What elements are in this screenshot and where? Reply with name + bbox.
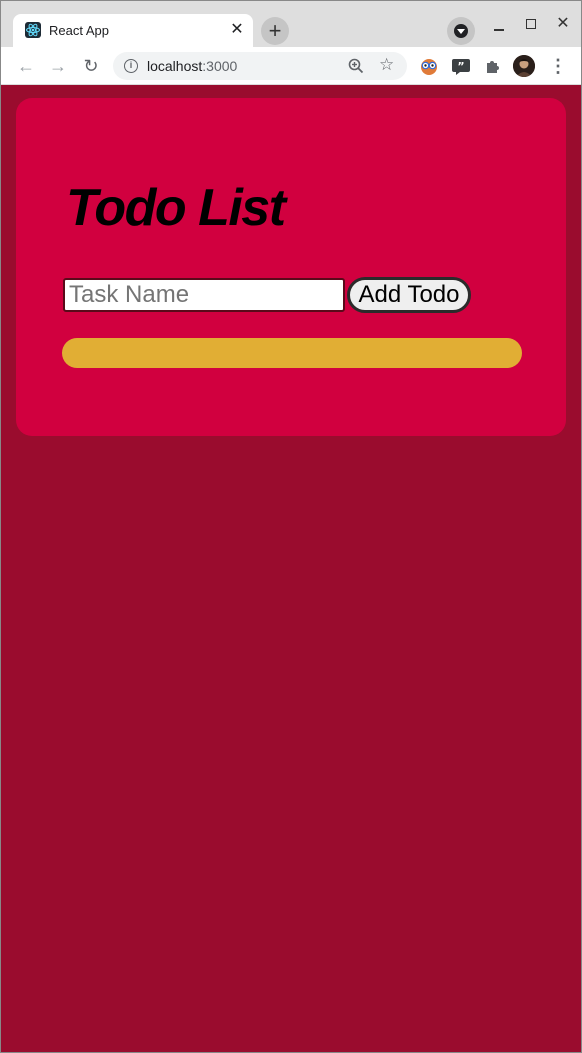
todo-card: Todo List Add Todo [16,98,566,436]
task-name-input[interactable] [63,278,345,312]
address-bar[interactable]: i localhost:3000 ☆ [113,52,407,80]
quote-extension-icon[interactable]: ” [450,55,472,77]
url-text: localhost:3000 [147,58,237,74]
window-close-button[interactable]: ✕ [554,13,572,33]
browser-toolbar: ← → ↻ i localhost:3000 ☆ ” ⋮ [1,47,581,85]
tab-search-button[interactable] [447,17,475,45]
forward-button[interactable]: → [47,55,69,77]
minimize-icon [494,29,504,31]
reload-button[interactable]: ↻ [80,55,102,77]
url-host: localhost [147,58,203,74]
bookmark-star-icon[interactable]: ☆ [379,55,394,75]
puzzle-extensions-icon[interactable] [482,55,504,77]
tab-title: React App [49,23,109,38]
new-tab-button[interactable]: + [261,17,289,45]
page-content: Todo List Add Todo [1,86,581,1052]
info-icon[interactable]: i [124,59,138,73]
profile-avatar[interactable] [513,55,535,77]
url-port: :3000 [202,58,238,74]
tab-strip: React App ✕ + ✕ [1,1,581,47]
chevron-down-icon [454,24,468,38]
page-title: Todo List [66,179,286,237]
browser-window: React App ✕ + ✕ ← → ↻ i localhost:3000 ☆… [0,0,582,1053]
back-button[interactable]: ← [15,55,37,77]
close-icon[interactable]: ✕ [227,20,247,40]
react-icon [25,22,41,38]
zoom-icon[interactable] [347,57,365,75]
extension-owl-icon[interactable] [418,55,440,77]
add-todo-button[interactable]: Add Todo [347,277,471,313]
kebab-menu-icon[interactable]: ⋮ [549,55,567,77]
tab-react-app[interactable]: React App ✕ [13,14,253,47]
svg-text:”: ” [457,60,464,73]
todo-list-bar [62,338,522,368]
maximize-icon [526,19,536,29]
